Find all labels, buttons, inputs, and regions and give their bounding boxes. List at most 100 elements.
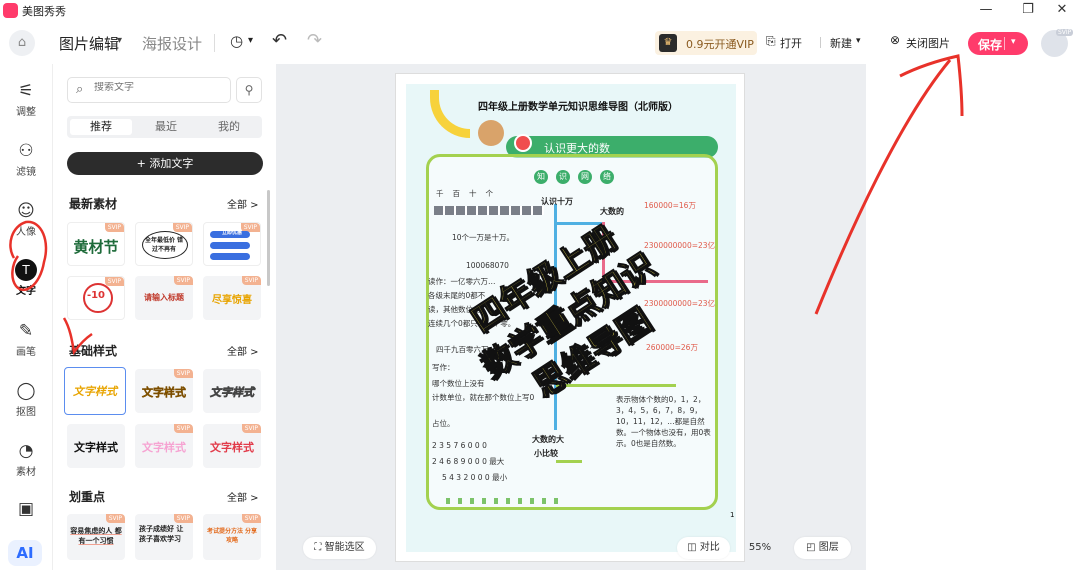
vip-crown-icon: ♛: [659, 34, 677, 52]
add-text-button[interactable]: + 添加文字: [67, 152, 263, 175]
rail-item-cutout[interactable]: ◯ 抠图: [0, 380, 52, 418]
tile-text: 孩子成绩好 让孩子喜欢学习: [139, 525, 184, 543]
material-tile[interactable]: SVIP 尽享惊喜: [203, 276, 261, 320]
history-icon[interactable]: ◷: [230, 32, 243, 50]
search-icon: ⌕: [76, 82, 84, 97]
tile-text: 全年最低价 错过不再有: [144, 237, 184, 253]
tile-text: -10: [86, 290, 106, 301]
home-button[interactable]: ⌂: [9, 30, 35, 56]
svip-badge: SVIP: [173, 514, 193, 523]
undo-icon[interactable]: ↶: [272, 30, 287, 51]
save-button[interactable]: 保存 ▾: [968, 32, 1028, 55]
search-input[interactable]: [94, 82, 224, 93]
brush-icon: ✎: [18, 321, 34, 341]
map-text: 占位。: [432, 419, 455, 428]
rail-item-filter[interactable]: ⚇ 滤镜: [0, 140, 52, 178]
rail-label: 文字: [16, 286, 36, 297]
connector-line: [556, 460, 582, 463]
chevron-down-icon[interactable]: ▾: [117, 35, 122, 46]
rail-item-text[interactable]: T 文字: [0, 259, 52, 297]
material-tile[interactable]: SVIP 黄材节: [67, 222, 125, 266]
tile-text: 文字样式: [73, 385, 117, 398]
tab-image-edit[interactable]: 图片编辑: [59, 33, 119, 54]
map-text: 5 4 3 2 0 0 0 最小: [442, 473, 508, 482]
minimize-button[interactable]: —: [968, 0, 1004, 22]
tab-recent[interactable]: 最近: [135, 119, 197, 135]
svip-badge: SVIP: [173, 369, 193, 378]
tile-text: 黄材节: [73, 238, 119, 256]
section-title-basic: 基础样式: [69, 344, 118, 358]
place-value-labels: 千百十个: [436, 188, 502, 199]
portrait-icon: ☺: [17, 201, 35, 221]
highlight-tile[interactable]: SVIP 考试提分方法 分享攻略: [203, 514, 261, 560]
svip-badge: SVIP: [172, 223, 192, 232]
new-chevron-icon[interactable]: ▾: [856, 36, 861, 46]
material-tile[interactable]: SVIP 请输入标题: [135, 276, 193, 320]
layers-button[interactable]: ◰ 图层: [794, 537, 851, 559]
rail-item-portrait[interactable]: ☺ 人像: [0, 200, 52, 238]
segment-tabs: 推荐 最近 我的: [67, 116, 262, 138]
rail-item-brush[interactable]: ✎ 画笔: [0, 320, 52, 358]
compare-button[interactable]: ◫ 对比: [677, 537, 730, 559]
style-tile[interactable]: SVIP 文字样式: [203, 424, 261, 468]
see-all-latest-link[interactable]: 全部 >: [227, 196, 259, 211]
svip-badge: SVIP: [173, 424, 193, 433]
rail-item-material[interactable]: ◔ 素材: [0, 440, 52, 478]
map-node: 认识十万: [541, 197, 573, 206]
map-text: 表示物体个数的0，1，2，3，4，5，6，7，8，9，10，11，12，…都是自…: [616, 395, 711, 448]
place-value: 千: [436, 189, 453, 198]
close-window-button[interactable]: ✕: [1044, 0, 1080, 22]
chevron-down-icon[interactable]: ▾: [1011, 37, 1016, 47]
tile-text: 文字样式: [74, 441, 118, 454]
redo-icon[interactable]: ↷: [307, 30, 322, 51]
restore-button[interactable]: ❐: [1010, 0, 1046, 22]
style-tile[interactable]: 文字样式: [203, 369, 261, 413]
toolbar-divider: [820, 37, 821, 48]
svip-badge: SVIP: [241, 424, 261, 433]
close-image-button[interactable]: 关闭图片: [906, 35, 950, 51]
tab-recommend[interactable]: 推荐: [70, 119, 132, 135]
filter-icon[interactable]: ⚲: [236, 77, 262, 103]
new-button[interactable]: 新建: [830, 35, 852, 51]
style-tile[interactable]: 文字样式: [67, 424, 125, 468]
highlight-tile[interactable]: SVIP 孩子成绩好 让孩子喜欢学习: [135, 514, 193, 560]
material-icon: ◔: [18, 441, 34, 461]
rail-item-adjust[interactable]: ⚟ 调整: [0, 80, 52, 118]
rail-label: 滤镜: [16, 167, 36, 178]
highlight-tile[interactable]: SVIP 容易焦虑的人 都有一个习惯: [67, 514, 125, 560]
material-tile[interactable]: SVIP -10: [67, 276, 125, 320]
style-tile[interactable]: 文字样式: [64, 367, 126, 415]
tab-mine[interactable]: 我的: [198, 119, 260, 135]
svip-badge: SVIP: [1056, 29, 1074, 36]
open-file-icon[interactable]: ⎘: [766, 34, 776, 49]
filter-circles-icon: ⚇: [18, 141, 34, 161]
history-chevron-icon[interactable]: ▾: [248, 35, 253, 46]
smart-select-button[interactable]: ⛶ 智能选区: [303, 537, 376, 559]
document-title: 四年级上册数学单元知识思维导图（北师版）: [478, 102, 678, 113]
sliders-icon: ⚟: [18, 81, 34, 101]
place-value: 百: [452, 189, 469, 198]
ai-button[interactable]: AI: [8, 540, 42, 566]
style-tile[interactable]: SVIP 文字样式: [135, 424, 193, 468]
open-button[interactable]: 打开: [780, 35, 802, 51]
zoom-level[interactable]: 55%: [738, 537, 782, 559]
tile-text: 文字样式: [210, 386, 255, 400]
tab-poster-design[interactable]: 海报设计: [142, 33, 202, 54]
tag-shape: [210, 242, 250, 249]
material-tile[interactable]: SVIP 立即优惠: [203, 222, 261, 266]
rail-item-frame[interactable]: ▣: [0, 498, 52, 520]
style-tile[interactable]: SVIP 文字样式: [135, 369, 193, 413]
open-vip-button[interactable]: ♛ 0.9元开通VIP: [655, 31, 757, 55]
tile-text: 文字样式: [142, 386, 186, 399]
map-text: 100068070: [466, 261, 509, 270]
close-circle-icon[interactable]: ⊗: [890, 33, 900, 47]
panel-scrollbar[interactable]: [267, 190, 270, 286]
see-all-highlight-link[interactable]: 全部 >: [227, 489, 259, 504]
decorative-arc: [430, 90, 470, 138]
material-tile[interactable]: SVIP 全年最低价 错过不再有: [135, 222, 193, 266]
see-all-basic-link[interactable]: 全部 >: [227, 343, 259, 358]
save-divider: [1004, 37, 1005, 50]
search-box[interactable]: ⌕: [67, 77, 231, 103]
abacus-illustration: [434, 206, 544, 215]
tile-text: 文字样式: [142, 441, 186, 454]
